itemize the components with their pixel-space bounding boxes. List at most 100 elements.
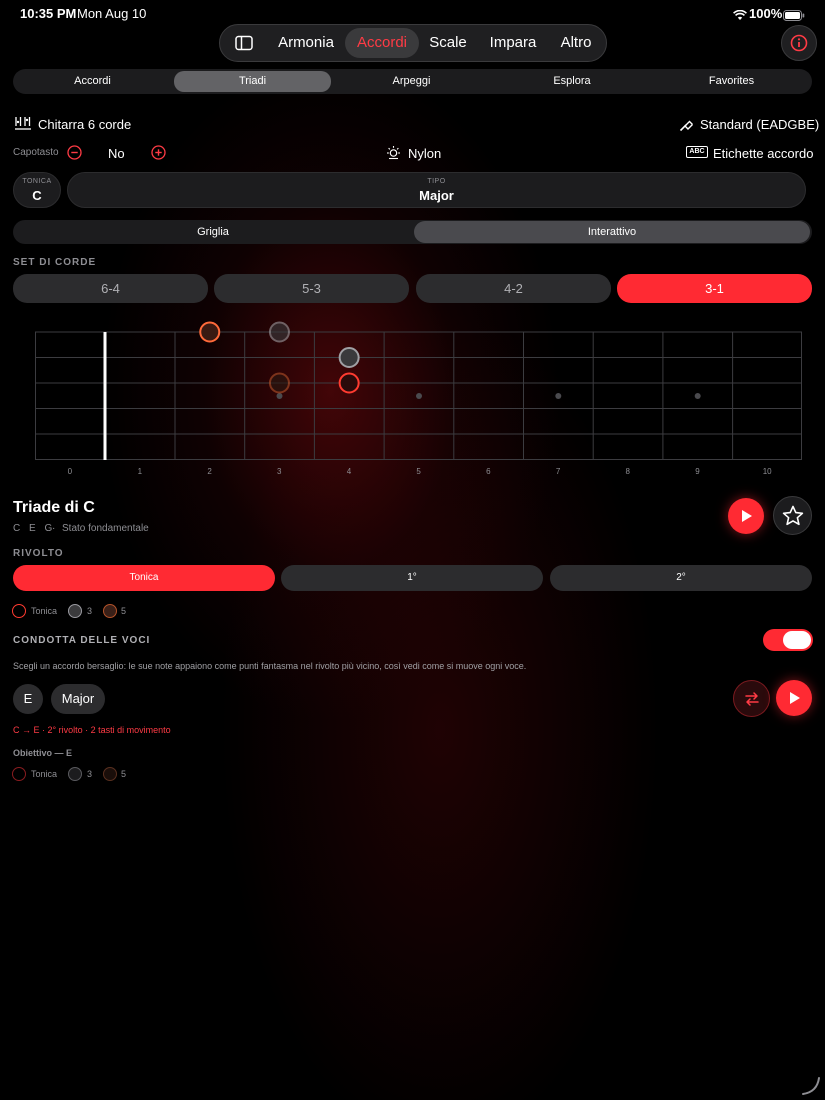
view-segmented-control: Griglia Interattivo <box>13 220 812 244</box>
note-tonic-string1-fret3[interactable] <box>199 321 221 343</box>
target-type-button[interactable]: Major <box>51 684 105 714</box>
chord-labels-toggle[interactable]: Etichette accordo <box>713 146 813 161</box>
fret-marker-7 <box>555 393 562 399</box>
string-set-4-2[interactable]: 4-2 <box>416 274 611 303</box>
voice-leading-title: CONDOTTA DELLE VOCI <box>13 635 151 646</box>
note-third-string2-fret5[interactable] <box>338 347 360 368</box>
inversion-second[interactable]: 2° <box>550 565 812 591</box>
string-sets-title: SET DI CORDE <box>13 257 97 268</box>
inversion-first[interactable]: 1° <box>281 565 543 591</box>
plus-icon[interactable] <box>151 145 166 165</box>
abc-icon: ABC <box>686 146 708 158</box>
nav-altro[interactable]: Altro <box>554 28 598 58</box>
tab-arpeggi[interactable]: Arpeggi <box>334 71 489 92</box>
battery-percent: 100% <box>749 6 783 21</box>
nav-scale[interactable]: Scale <box>426 28 470 58</box>
string-type[interactable]: Nylon <box>408 146 441 161</box>
voice-leading-toggle[interactable] <box>763 629 813 651</box>
voice-leading-summary: C → E · 2° rivolto · 2 tasti di moviment… <box>13 725 171 735</box>
background-glow <box>0 0 825 1100</box>
fret-number-2: 2 <box>207 467 212 476</box>
info-button[interactable] <box>781 25 817 61</box>
tab-accordi[interactable]: Accordi <box>15 71 170 92</box>
fret-number-5: 5 <box>416 467 421 476</box>
sun-icon <box>386 145 401 165</box>
nav-accordi[interactable]: Accordi <box>345 28 419 58</box>
status-date: Mon Aug 10 <box>77 6 147 21</box>
legend-tonic-dot <box>12 604 26 618</box>
note-fifth-string3-fret4[interactable] <box>268 372 290 394</box>
top-navigation: Armonia Accordi Scale Impara Altro <box>219 24 607 62</box>
play-button[interactable] <box>728 498 764 534</box>
swap-icon <box>745 692 759 706</box>
string-set-3-1[interactable]: 3-1 <box>617 274 812 303</box>
type-picker-label: TIPO <box>427 178 446 185</box>
voice-leading-play-button[interactable] <box>776 680 812 716</box>
play-icon <box>790 692 800 704</box>
target-label: Obiettivo — E <box>13 748 73 758</box>
fret-number-7: 7 <box>556 467 561 476</box>
capo-label: Capotasto <box>13 147 59 158</box>
fret-number-6: 6 <box>486 467 491 476</box>
tuning-fork-icon <box>679 117 694 137</box>
triad-state: Stato fondamentale <box>62 523 149 534</box>
wifi-icon <box>733 8 747 26</box>
fret-number-4: 4 <box>347 467 352 476</box>
target-legend-third-dot <box>68 767 82 781</box>
nav-impara[interactable]: Impara <box>486 28 540 58</box>
inversion-title: RIVOLTO <box>13 548 64 559</box>
type-picker-value: Major <box>419 188 454 203</box>
fret-marker-5 <box>416 393 422 399</box>
tab-esplora[interactable]: Esplora <box>493 71 651 92</box>
fret-marker-3 <box>276 393 283 399</box>
target-legend-tonic-label: Tonica <box>31 769 58 779</box>
fret-number-3: 3 <box>277 467 282 476</box>
note-third-string1-fret4[interactable] <box>268 321 290 343</box>
note-tonic-string3-fret5[interactable] <box>338 372 360 394</box>
fret-number-10: 10 <box>763 467 772 476</box>
target-legend-tonic-dot <box>12 767 26 781</box>
nav-armonia[interactable]: Armonia <box>276 28 336 58</box>
triad-title: Triade di C <box>13 499 95 516</box>
fret-number-8: 8 <box>626 467 631 476</box>
tab-favorites[interactable]: Favorites <box>653 71 810 92</box>
target-root-button[interactable]: E <box>13 684 43 714</box>
tuning-label[interactable]: Standard (EADGBE) <box>700 117 819 132</box>
fret-number-0: 0 <box>68 467 73 476</box>
favorite-button[interactable] <box>773 496 812 535</box>
root-picker-value: C <box>32 188 42 203</box>
inversion-tonica[interactable]: Tonica <box>13 565 275 591</box>
target-legend-fifth-dot <box>103 767 117 781</box>
type-picker[interactable]: TIPO Major <box>67 172 806 208</box>
star-icon <box>782 505 804 526</box>
triad-notes: C E G <box>13 523 56 534</box>
instrument-name[interactable]: Chitarra 6 corde <box>38 117 131 132</box>
legend-tonic-label: Tonica <box>31 606 58 616</box>
status-time: 10:35 PM <box>20 6 77 21</box>
tab-triadi[interactable]: Triadi <box>174 71 331 92</box>
capo-value: No <box>108 146 125 161</box>
fret-number-9: 9 <box>695 467 700 476</box>
legend-fifth-label: 5 <box>121 606 127 616</box>
view-interattivo[interactable]: Interattivo <box>414 221 810 243</box>
toggle-knob <box>783 631 811 649</box>
nut <box>103 332 107 460</box>
battery-icon <box>783 8 805 26</box>
legend-fifth-dot <box>103 604 117 618</box>
string-set-5-3[interactable]: 5-3 <box>214 274 409 303</box>
fretboard[interactable]: 0 1 2 3 4 5 6 7 8 9 10 <box>0 310 825 485</box>
sub-tabs: Accordi Triadi Arpeggi Esplora Favorites <box>13 69 812 94</box>
legend-third-label: 3 <box>87 606 93 616</box>
string-set-6-4[interactable]: 6-4 <box>13 274 208 303</box>
info-icon <box>790 34 808 52</box>
root-picker-label: TONICA <box>22 178 52 185</box>
swap-button[interactable] <box>733 680 770 717</box>
play-icon <box>742 510 752 522</box>
minus-icon[interactable] <box>67 145 82 165</box>
sidebar-icon[interactable] <box>235 35 253 56</box>
resize-handle-icon[interactable] <box>801 1076 821 1096</box>
legend-third-dot <box>68 604 82 618</box>
guitar-strings-icon <box>14 116 32 137</box>
root-picker[interactable]: TONICA C <box>13 172 61 208</box>
view-griglia[interactable]: Griglia <box>15 221 411 243</box>
